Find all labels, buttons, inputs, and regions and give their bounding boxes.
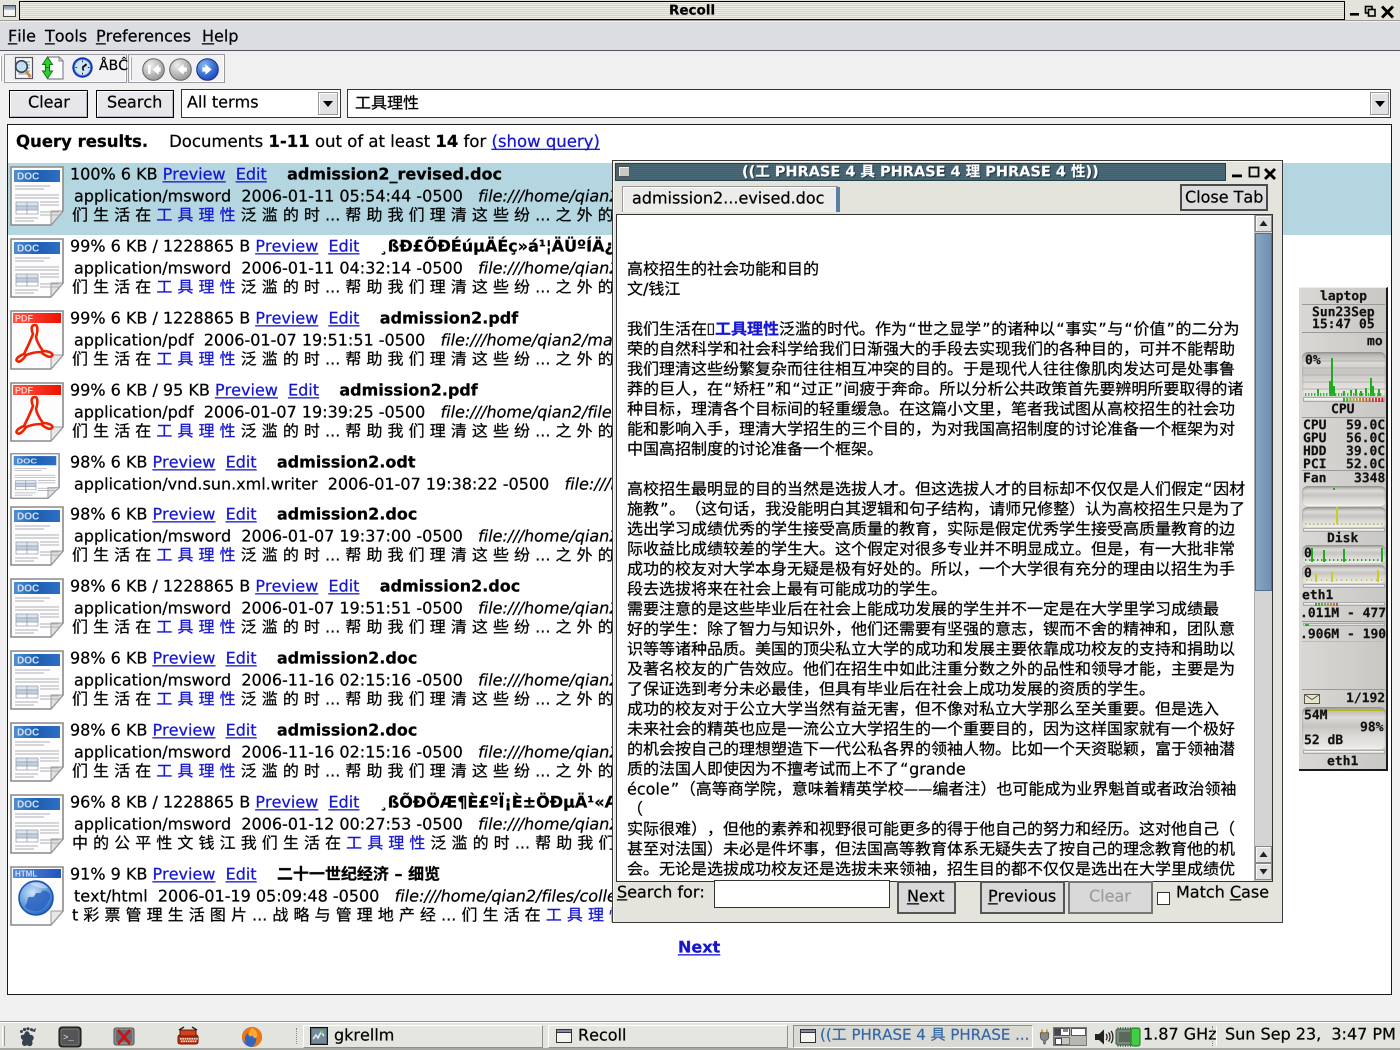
svg-text:PDF: PDF: [15, 386, 34, 396]
svg-text:>_: >_: [63, 1033, 74, 1043]
svg-text:DOC: DOC: [17, 800, 39, 811]
svg-text:HTML: HTML: [15, 870, 37, 879]
svg-text:DOC: DOC: [17, 244, 39, 255]
svg-text:DOC: DOC: [17, 728, 39, 739]
svg-text:DOC: DOC: [17, 512, 39, 523]
svg-text:DOC: DOC: [16, 456, 37, 465]
svg-text:PDF: PDF: [15, 314, 34, 324]
svg-text:DOC: DOC: [17, 584, 39, 595]
svg-text:DOC: DOC: [17, 172, 39, 183]
svg-text:DOC: DOC: [17, 656, 39, 667]
